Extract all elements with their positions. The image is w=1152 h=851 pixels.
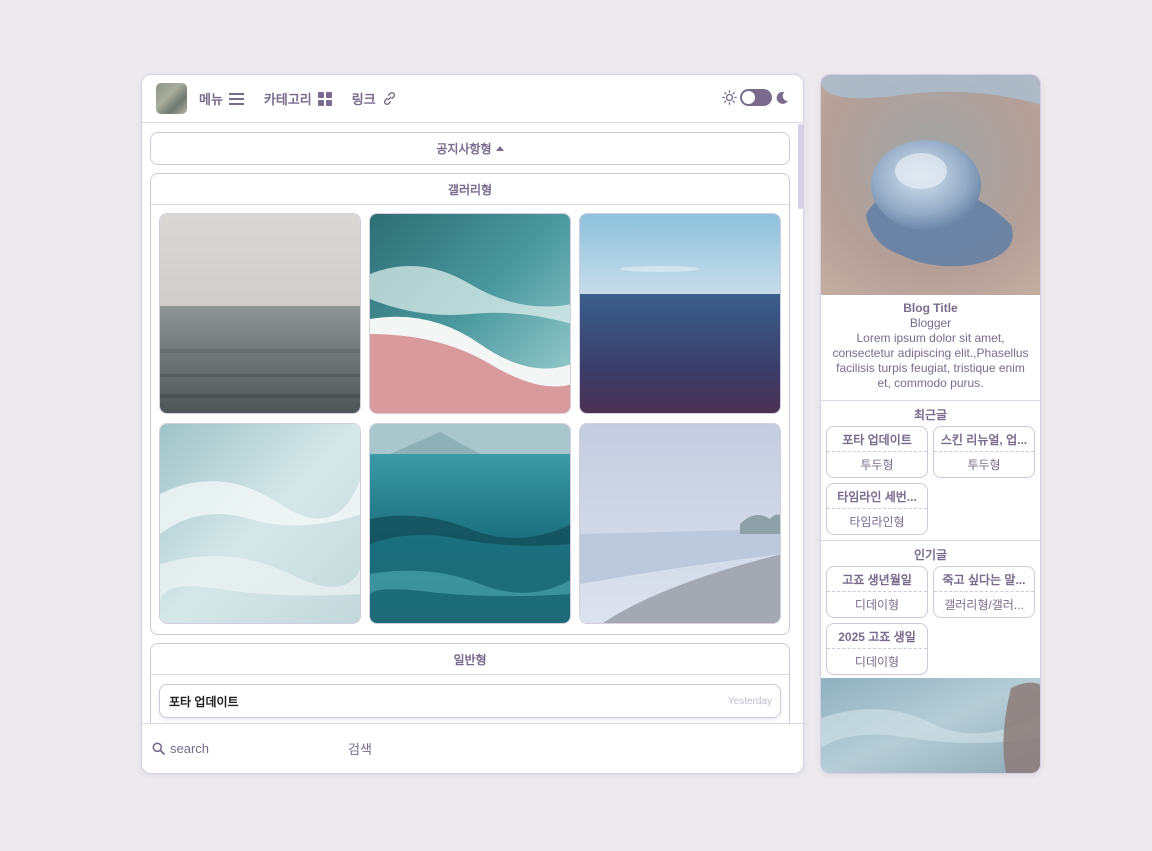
recent-post-card[interactable]: 타임라인 세번... 타임라인형: [826, 483, 928, 535]
general-section-title: 일반형: [453, 652, 487, 667]
popular-post-card[interactable]: 2025 고죠 생일 디데이형: [826, 623, 928, 675]
search-input[interactable]: [170, 741, 340, 756]
gallery-tile[interactable]: [159, 423, 361, 624]
content-area[interactable]: 공지사항형 갤러리형 일반형 포타 업데이트 Yesterday: [142, 124, 803, 724]
card-title: 스킨 리뉴얼, 업...: [934, 427, 1034, 452]
search-bar: 검색: [142, 723, 803, 773]
blogger-name: Blogger: [909, 316, 952, 330]
blog-description: Lorem ipsum dolor sit amet, consectetur …: [832, 331, 1029, 390]
popular-posts-heading: 인기글: [913, 548, 948, 562]
notice-section[interactable]: 공지사항형: [150, 132, 790, 165]
recent-post-card[interactable]: 포타 업데이트 투두형: [826, 426, 928, 478]
popular-post-card[interactable]: 죽고 싶다는 말... 갤러리형/갤러...: [933, 566, 1035, 618]
notice-section-title: 공지사항형: [436, 142, 492, 156]
sidebar-footer-image: [821, 678, 1040, 773]
nav-link[interactable]: 링크: [352, 89, 397, 108]
toggle-knob: [742, 91, 755, 104]
sun-icon: [722, 90, 737, 105]
card-title: 타임라인 세번...: [827, 484, 927, 509]
profile-block: Blog Title Blogger Lorem ipsum dolor sit…: [821, 301, 1040, 391]
main-panel: 메뉴 카테고리 링크 공지사항형 갤러리형 일반형 포타 업데이트 Yester…: [141, 74, 804, 774]
gallery-tile[interactable]: [579, 213, 781, 414]
general-section: 일반형 포타 업데이트 Yesterday: [150, 643, 790, 724]
general-section-header: 일반형: [151, 644, 789, 675]
water-image: [821, 678, 1040, 773]
card-title: 포타 업데이트: [827, 427, 927, 452]
moon-icon: [776, 91, 788, 104]
gallery-grid: [151, 205, 789, 625]
gallery-section: 갤러리형: [150, 173, 790, 635]
notice-section-header[interactable]: 공지사항형: [151, 133, 789, 164]
gallery-image: [370, 214, 570, 413]
top-nav: 메뉴 카테고리 링크: [142, 75, 803, 123]
card-category: 디데이형: [854, 598, 900, 612]
avatar[interactable]: [156, 83, 187, 114]
divider: [821, 540, 1040, 541]
post-date: Yesterday: [727, 695, 772, 707]
gallery-tile[interactable]: [159, 213, 361, 414]
card-category: 갤러리형/갤러...: [944, 598, 1024, 612]
sidebar: Blog Title Blogger Lorem ipsum dolor sit…: [820, 74, 1041, 774]
card-category: 디데이형: [854, 655, 900, 669]
jellyfish-image: [821, 75, 1040, 295]
recent-post-card[interactable]: 스킨 리뉴얼, 업... 투두형: [933, 426, 1035, 478]
gallery-tile[interactable]: [579, 423, 781, 624]
link-icon: [383, 92, 395, 105]
gallery-image: [580, 424, 780, 623]
recent-posts-heading: 최근글: [913, 408, 948, 422]
gallery-section-header: 갤러리형: [151, 174, 789, 205]
gallery-image: [370, 424, 570, 623]
gallery-tile[interactable]: [369, 423, 571, 624]
grid-icon: [317, 91, 332, 106]
gallery-tile[interactable]: [369, 213, 571, 414]
card-title: 2025 고죠 생일: [827, 624, 927, 649]
caret-up-icon: [495, 146, 504, 151]
hamburger-icon: [228, 92, 244, 105]
profile-cover-image: [821, 75, 1040, 295]
post-title: 포타 업데이트: [169, 694, 239, 709]
post-list-item[interactable]: 포타 업데이트 Yesterday: [159, 684, 781, 718]
card-title: 죽고 싶다는 말...: [934, 567, 1034, 592]
card-title: 고죠 생년월일: [827, 567, 927, 592]
nav-menu-label: 메뉴: [199, 92, 223, 107]
theme-toggle[interactable]: [740, 89, 772, 106]
gallery-section-title: 갤러리형: [447, 182, 493, 197]
card-category: 투두형: [967, 458, 1001, 472]
card-category: 투두형: [860, 458, 894, 472]
gallery-image: [160, 214, 360, 413]
scrollbar-thumb[interactable]: [798, 124, 803, 209]
blog-title[interactable]: Blog Title: [829, 301, 1032, 316]
nav-category-label: 카테고리: [263, 92, 312, 107]
search-button[interactable]: 검색: [348, 739, 372, 758]
gallery-image: [580, 214, 780, 413]
nav-menu[interactable]: 메뉴: [199, 89, 244, 108]
nav-category[interactable]: 카테고리: [264, 89, 332, 108]
divider: [821, 400, 1040, 401]
nav-link-label: 링크: [351, 92, 376, 107]
search-icon: [152, 742, 165, 755]
card-category: 타임라인형: [849, 515, 905, 529]
theme-switcher: [722, 89, 789, 106]
popular-post-card[interactable]: 고죠 생년월일 디데이형: [826, 566, 928, 618]
gallery-image: [160, 424, 360, 623]
